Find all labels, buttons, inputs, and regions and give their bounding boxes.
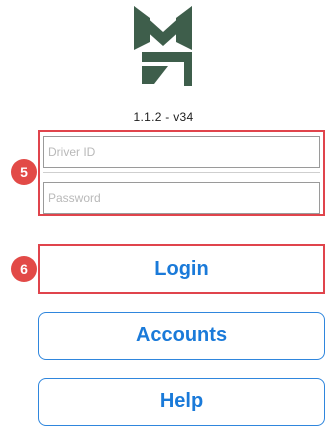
app-logo: [134, 6, 192, 86]
app-version: 1.1.2 - v34: [133, 110, 194, 124]
accounts-button[interactable]: Accounts: [38, 312, 325, 360]
field-divider: [43, 172, 320, 173]
login-form: [38, 130, 325, 216]
annotation-badge-6: 6: [11, 256, 37, 282]
login-button[interactable]: Login: [38, 244, 325, 294]
password-field[interactable]: [43, 182, 320, 214]
driver-id-input[interactable]: [44, 137, 319, 167]
help-button[interactable]: Help: [38, 378, 325, 426]
driver-id-field[interactable]: [43, 136, 320, 168]
password-input[interactable]: [44, 183, 319, 213]
annotation-badge-5: 5: [11, 159, 37, 185]
